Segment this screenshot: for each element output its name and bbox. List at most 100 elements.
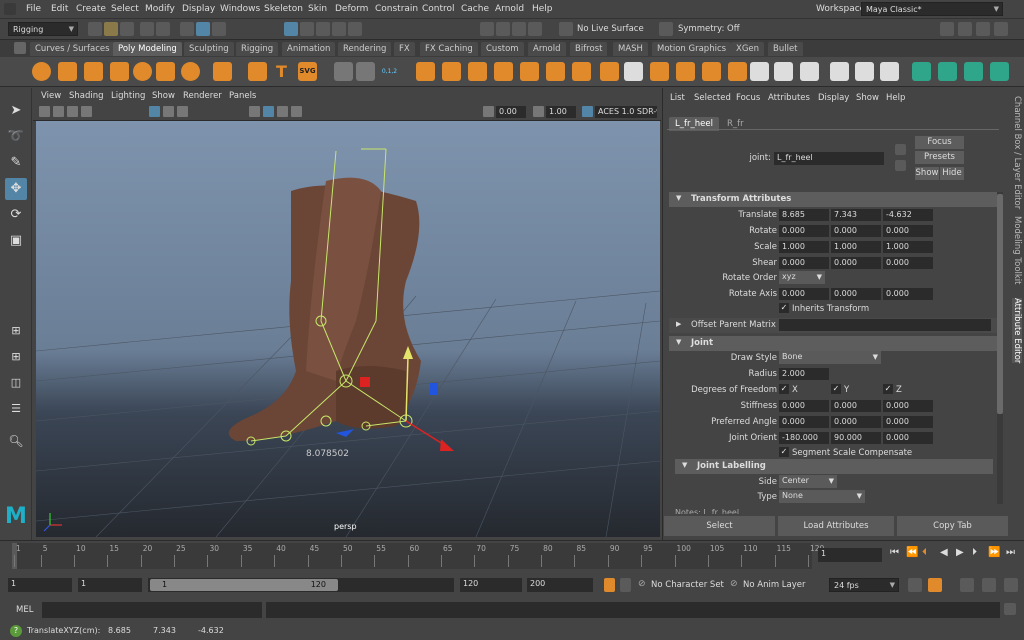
shelf-tab-mash[interactable]: MASH	[613, 42, 648, 56]
joint-labelling-frame[interactable]: ▼ Joint Labelling	[675, 459, 993, 474]
dof-x-checkbox[interactable]: ✓	[779, 384, 789, 394]
camera-attributes-icon[interactable]	[53, 106, 64, 117]
type-tool-icon[interactable]: T	[272, 62, 291, 81]
select-tool-icon[interactable]: ➤	[5, 100, 27, 122]
poly-cylinder-icon[interactable]	[84, 62, 103, 81]
vp-menu-shading[interactable]: Shading	[69, 91, 104, 101]
play-backward-icon[interactable]: ◀	[940, 547, 948, 558]
rotate-axis-z-field[interactable]: 0.000	[883, 288, 933, 300]
mesh-tools-icon[interactable]	[356, 62, 375, 81]
go-to-start-icon[interactable]: ⏮	[890, 547, 899, 558]
wireframe-icon[interactable]	[163, 106, 174, 117]
offset-parent-matrix-field[interactable]	[779, 319, 991, 331]
menu-modify[interactable]: Modify	[145, 4, 175, 14]
select-hierarchy-icon[interactable]	[180, 22, 194, 36]
vp-menu-renderer[interactable]: Renderer	[183, 91, 222, 101]
sound-icon[interactable]	[960, 578, 974, 592]
snap-point-icon[interactable]	[316, 22, 330, 36]
shelf-tab-motion-graphics[interactable]: Motion Graphics	[652, 42, 732, 56]
poly-disc-icon[interactable]	[181, 62, 200, 81]
channel-box-icon[interactable]	[994, 22, 1008, 36]
spherical-uv-icon[interactable]	[964, 62, 983, 81]
dof-z-checkbox[interactable]: ✓	[883, 384, 893, 394]
sidebar-toggle-icon[interactable]	[940, 22, 954, 36]
key-settings-icon[interactable]	[620, 578, 631, 592]
image-plane-icon[interactable]	[81, 106, 92, 117]
ae-menu-show[interactable]: Show	[856, 93, 879, 103]
menu-constrain[interactable]: Constrain	[375, 4, 418, 14]
poly-cube-icon[interactable]	[58, 62, 77, 81]
shelf-settings-icon[interactable]	[14, 42, 26, 54]
current-frame-field[interactable]: 1	[818, 548, 882, 562]
planar-uv-icon[interactable]	[912, 62, 931, 81]
far-clip-field[interactable]: 1.00	[546, 106, 576, 118]
translate-z-field[interactable]: -4.632	[883, 209, 933, 221]
menu-cache[interactable]: Cache	[461, 4, 489, 14]
wireframe-on-shaded-icon[interactable]	[249, 106, 260, 117]
fps-dropdown[interactable]: 24 fps ▼	[829, 578, 899, 592]
shelf-tab-animation[interactable]: Animation	[282, 42, 336, 56]
ae-scrollbar-thumb[interactable]	[997, 194, 1003, 414]
outliner-layout-icon[interactable]: ☰	[5, 398, 27, 420]
rotate-z-field[interactable]: 0.000	[883, 225, 933, 237]
multicut-icon[interactable]	[600, 62, 619, 81]
separate-icon[interactable]	[442, 62, 461, 81]
xray-joints-icon[interactable]	[277, 106, 288, 117]
playback-speed-icon[interactable]	[982, 578, 996, 592]
bridge-icon[interactable]	[520, 62, 539, 81]
platonic-solid-icon[interactable]	[213, 62, 232, 81]
step-forward-frame-icon[interactable]: ⏵	[972, 547, 977, 558]
anim-layer-dropdown[interactable]: No Anim Layer	[743, 580, 806, 590]
sweep-mesh-icon[interactable]	[334, 62, 353, 81]
joint-frame[interactable]: ▼ Joint	[669, 336, 997, 351]
symmetry-icon[interactable]	[659, 22, 673, 36]
symmetry-label[interactable]: Symmetry: Off	[678, 24, 740, 34]
animation-start-field[interactable]: 1	[8, 578, 72, 592]
rotate-axis-x-field[interactable]: 0.000	[779, 288, 829, 300]
side-tab-modeling-toolkit[interactable]: Modeling Toolkit	[1012, 216, 1022, 285]
scale-x-field[interactable]: 1.000	[779, 241, 829, 253]
move-tool-icon[interactable]: ✥	[5, 178, 27, 200]
side-tab-channel-box[interactable]: Channel Box / Layer Editor	[1012, 96, 1022, 209]
inherits-transform-checkbox[interactable]: ✓	[779, 303, 789, 313]
offset-edge-loop-icon[interactable]	[855, 62, 874, 81]
bevel-icon[interactable]	[546, 62, 565, 81]
grid-toggle-icon[interactable]	[149, 106, 160, 117]
preferred-angle-z-field[interactable]: 0.000	[883, 416, 933, 428]
shelf-tab-fx[interactable]: FX	[394, 42, 415, 56]
poly-cone-icon[interactable]	[110, 62, 129, 81]
tool-settings-icon[interactable]	[976, 22, 990, 36]
snap-view-icon[interactable]	[332, 22, 346, 36]
xray-icon[interactable]	[263, 106, 274, 117]
shelf-tab-curves-surfaces[interactable]: Curves / Surfaces	[30, 42, 115, 56]
save-scene-icon[interactable]	[120, 22, 134, 36]
shelf-tab-custom[interactable]: Custom	[481, 42, 524, 56]
triangulate-icon[interactable]	[650, 62, 669, 81]
menu-skin[interactable]: Skin	[308, 4, 327, 14]
color-management-icon[interactable]	[582, 106, 593, 117]
focus-button[interactable]: Focus	[915, 136, 964, 149]
bool-icon[interactable]	[572, 62, 591, 81]
side-dropdown[interactable]: Center ▼	[779, 475, 837, 488]
scale-y-field[interactable]: 1.000	[831, 241, 881, 253]
rotate-tool-icon[interactable]: ⟳	[5, 204, 27, 226]
transform-attributes-frame[interactable]: ▼ Transform Attributes	[669, 192, 997, 207]
output-connection-icon[interactable]	[895, 160, 906, 171]
isolate-select-icon[interactable]	[291, 106, 302, 117]
live-surface-icon[interactable]	[559, 22, 573, 36]
vp-menu-lighting[interactable]: Lighting	[111, 91, 145, 101]
smooth-shade-icon[interactable]	[177, 106, 188, 117]
play-forward-icon[interactable]: ▶	[956, 547, 964, 558]
exposure-icon[interactable]	[483, 106, 494, 117]
mirror-icon[interactable]	[750, 62, 769, 81]
poly-torus-icon[interactable]	[133, 62, 152, 81]
colorspace-field[interactable]: ACES 1.0 SDR-video	[595, 106, 657, 118]
preferred-angle-y-field[interactable]: 0.000	[831, 416, 881, 428]
poly-sphere-icon[interactable]	[32, 62, 51, 81]
menu-display[interactable]: Display	[182, 4, 215, 14]
ae-load-attributes-button[interactable]: Load Attributes	[778, 516, 894, 536]
hide-button[interactable]: Hide	[940, 167, 964, 180]
anim-prefs-icon[interactable]	[1004, 578, 1018, 592]
snap-curve-icon[interactable]	[300, 22, 314, 36]
hypershade-icon[interactable]	[528, 22, 542, 36]
